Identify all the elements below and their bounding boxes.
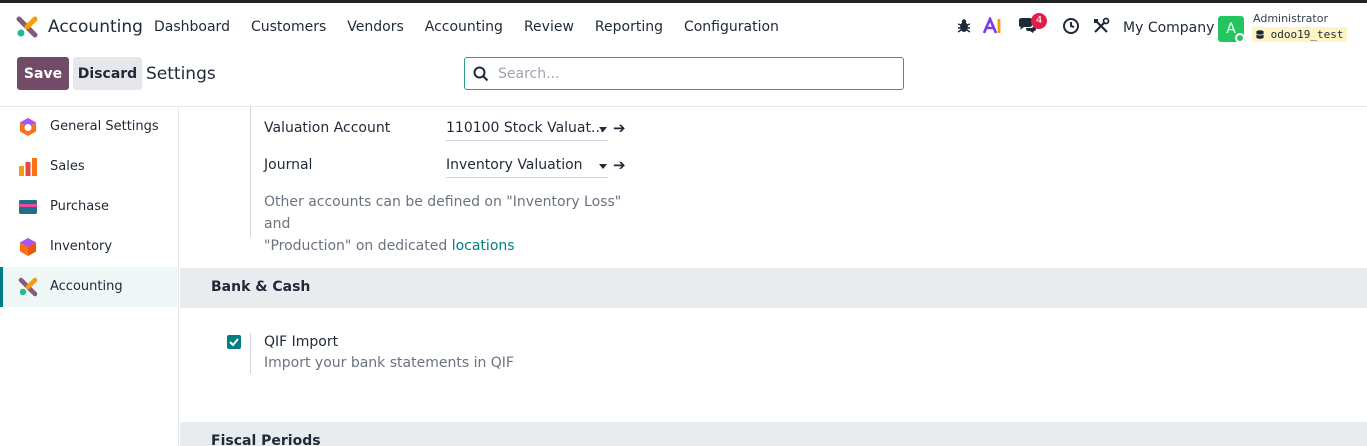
search-box[interactable]	[464, 57, 904, 90]
bug-icon[interactable]	[955, 17, 973, 35]
menu-configuration[interactable]: Configuration	[684, 19, 779, 35]
clock-icon[interactable]	[1062, 17, 1080, 35]
page-title: Settings	[146, 64, 216, 84]
qif-import-title: QIF Import	[264, 334, 339, 350]
chevron-down-icon	[599, 164, 607, 169]
arrow-right-icon[interactable]: ➔	[613, 156, 626, 174]
company-switcher[interactable]: My Company	[1123, 20, 1214, 36]
database-tag: odoo19_test	[1252, 27, 1348, 42]
database-icon	[1256, 30, 1264, 39]
sidebar-item-sales[interactable]: Sales	[0, 147, 178, 187]
search-input[interactable]	[498, 64, 888, 84]
valuation-account-select[interactable]: 110100 Stock Valuat...	[446, 117, 608, 141]
inventory-icon	[20, 238, 36, 256]
menu-vendors[interactable]: Vendors	[347, 19, 403, 35]
sidebar-item-purchase[interactable]: Purchase	[0, 187, 178, 227]
checkmark-icon	[229, 338, 239, 347]
sidebar-item-label: General Settings	[50, 119, 159, 134]
search-icon	[473, 66, 489, 82]
settings-sidebar: General Settings Sales Purchase Inventor…	[0, 107, 179, 446]
sales-icon	[19, 158, 37, 176]
menu-customers[interactable]: Customers	[251, 19, 326, 35]
user-name[interactable]: Administrator	[1253, 12, 1328, 25]
section-title: Bank & Cash	[211, 279, 311, 295]
sidebar-item-label: Sales	[50, 159, 85, 174]
valuation-account-value: 110100 Stock Valuat...	[446, 120, 605, 136]
accounting-app-icon[interactable]	[16, 16, 38, 38]
journal-label: Journal	[264, 157, 313, 173]
app-name[interactable]: Accounting	[48, 17, 143, 37]
sidebar-item-label: Inventory	[50, 239, 113, 254]
locations-link[interactable]: locations	[452, 238, 515, 254]
menu-accounting[interactable]: Accounting	[425, 19, 503, 35]
database-name: odoo19_test	[1270, 28, 1344, 41]
discard-button[interactable]: Discard	[73, 57, 142, 90]
purchase-icon	[19, 200, 37, 214]
sidebar-item-label: Accounting	[50, 279, 123, 294]
general-settings-icon	[20, 118, 36, 136]
valuation-help-text: Other accounts can be defined on "Invent…	[264, 191, 644, 257]
section-title: Fiscal Periods	[211, 433, 321, 446]
settings-content: Valuation Account 110100 Stock Valuat...…	[180, 107, 1367, 446]
menu-review[interactable]: Review	[524, 19, 574, 35]
main-menu: Dashboard Customers Vendors Accounting R…	[154, 19, 800, 35]
sidebar-item-inventory[interactable]: Inventory	[0, 227, 178, 267]
chevron-down-icon	[599, 127, 607, 132]
help-line-2: "Production" on dedicated locations	[264, 235, 644, 257]
accounting-icon	[18, 277, 38, 297]
arrow-right-icon[interactable]: ➔	[613, 119, 626, 137]
qif-import-description: Import your bank statements in QIF	[264, 355, 514, 371]
section-header-fiscal-periods: Fiscal Periods	[180, 422, 1367, 446]
sidebar-item-accounting[interactable]: Accounting	[0, 267, 178, 307]
help-line-2-prefix: "Production" on dedicated	[264, 238, 452, 254]
section-header-bank-cash: Bank & Cash	[180, 268, 1367, 308]
sidebar-item-label: Purchase	[50, 199, 110, 214]
message-count-badge: 4	[1031, 13, 1047, 29]
ai-icon[interactable]	[983, 17, 1003, 35]
valuation-account-label: Valuation Account	[264, 120, 391, 136]
sidebar-item-general-settings[interactable]: General Settings	[0, 107, 178, 147]
setting-divider	[250, 333, 251, 374]
journal-value: Inventory Valuation	[446, 157, 583, 173]
top-navbar: Accounting Dashboard Customers Vendors A…	[0, 0, 1367, 50]
journal-select[interactable]: Inventory Valuation	[446, 154, 608, 178]
control-panel: Save Discard Settings	[0, 50, 1367, 107]
qif-import-checkbox[interactable]	[227, 335, 241, 349]
tools-icon[interactable]	[1092, 17, 1110, 35]
menu-dashboard[interactable]: Dashboard	[154, 19, 230, 35]
help-line-1: Other accounts can be defined on "Invent…	[264, 194, 622, 232]
setting-divider	[250, 107, 251, 237]
online-status-dot	[1235, 33, 1245, 43]
save-button[interactable]: Save	[17, 57, 69, 90]
menu-reporting[interactable]: Reporting	[595, 19, 663, 35]
